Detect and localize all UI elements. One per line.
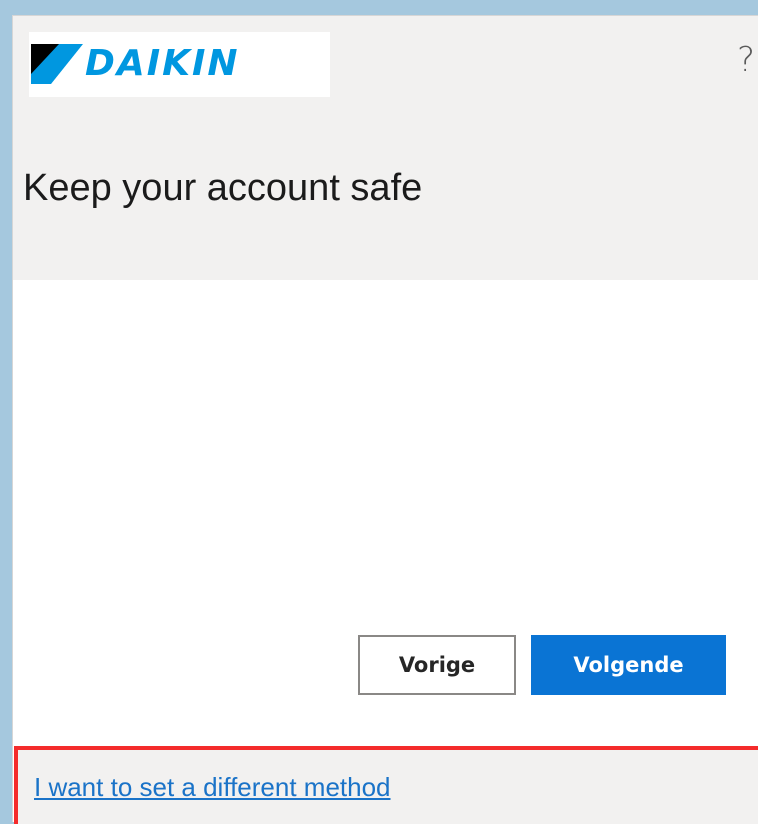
set-different-method-link[interactable]: I want to set a different method [34, 772, 391, 802]
dialog-header: DAIKIN ? Keep your account safe [13, 16, 758, 280]
daikin-logo: DAIKIN [29, 32, 330, 97]
alternate-method-section: I want to set a different method [14, 746, 758, 824]
daikin-logo-text: DAIKIN [85, 43, 240, 84]
next-button[interactable]: Volgende [531, 635, 726, 695]
help-icon[interactable]: ? [737, 40, 755, 80]
sign-in-dialog: DAIKIN ? Keep your account safe Vorige V… [12, 15, 758, 824]
page-title: Keep your account safe [23, 167, 423, 209]
previous-button[interactable]: Vorige [358, 635, 516, 695]
